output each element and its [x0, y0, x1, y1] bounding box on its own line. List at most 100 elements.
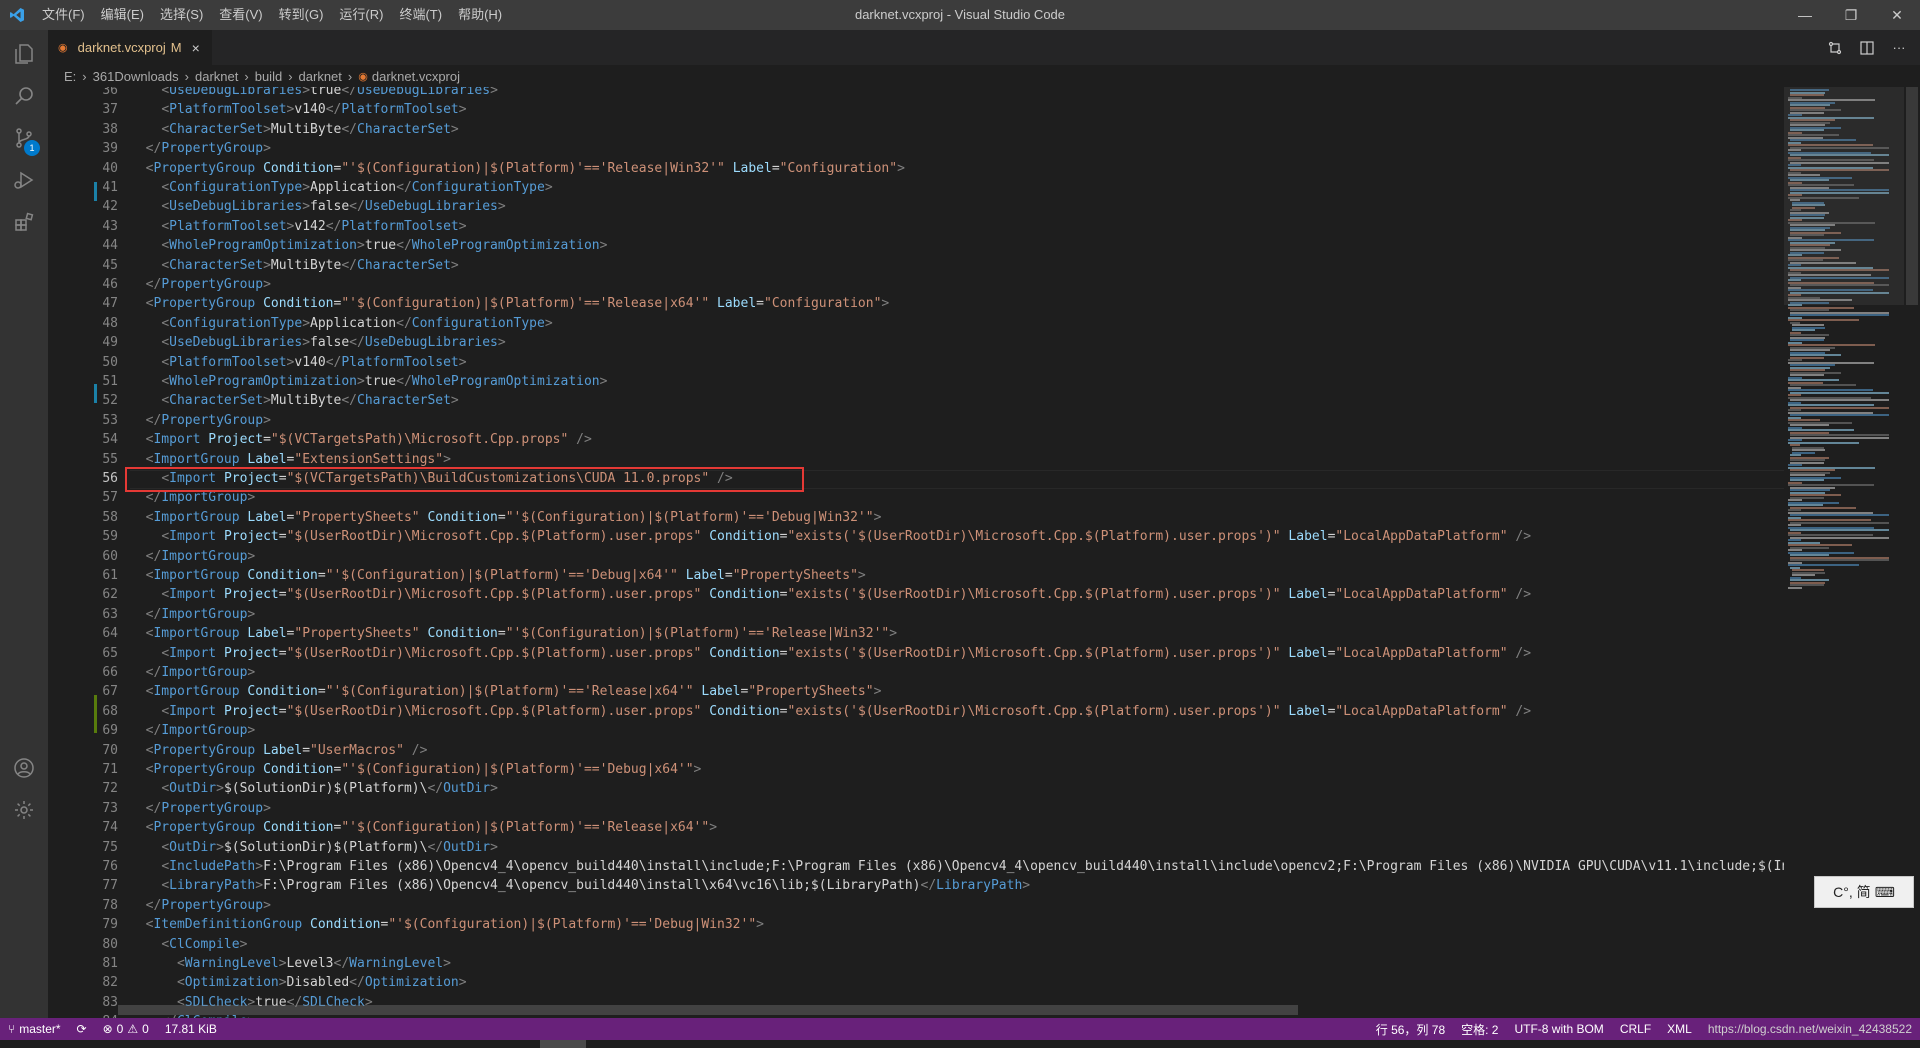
code-line[interactable]: <Optimization>Disabled</Optimization>: [130, 973, 467, 992]
code-line[interactable]: </PropertyGroup>: [130, 896, 271, 915]
code-line[interactable]: <ImportGroup Label="PropertySheets" Cond…: [130, 508, 882, 527]
breadcrumb-item[interactable]: darknet.vcxproj: [372, 69, 460, 84]
minimap-viewport[interactable]: [1784, 87, 1904, 305]
sync-icon[interactable]: ⟳: [69, 1022, 95, 1036]
run-debug-icon[interactable]: [0, 156, 48, 204]
menu-item[interactable]: 选择(S): [152, 0, 211, 30]
tab-close-icon[interactable]: ×: [192, 40, 200, 56]
code-line[interactable]: <Import Project="$(VCTargetsPath)\Micros…: [130, 430, 592, 449]
indentation[interactable]: 空格: 2: [1453, 1021, 1506, 1038]
settings-gear-icon[interactable]: [0, 786, 48, 834]
line-number: 53: [102, 413, 118, 428]
code-line[interactable]: <UseDebugLibraries>false</UseDebugLibrar…: [130, 197, 505, 216]
restore-button[interactable]: ❐: [1828, 0, 1874, 30]
account-icon[interactable]: [0, 744, 48, 792]
code-line[interactable]: <PlatformToolset>v140</PlatformToolset>: [130, 353, 466, 372]
open-changes-icon[interactable]: [1824, 37, 1846, 59]
code-line[interactable]: <OutDir>$(SolutionDir)$(Platform)\</OutD…: [130, 838, 498, 857]
file-size: 17.81 KiB: [164, 1022, 217, 1036]
code-line[interactable]: <UseDebugLibraries>true</UseDebugLibrari…: [130, 87, 498, 100]
code-line[interactable]: </ImportGroup>: [130, 605, 256, 624]
code-line[interactable]: <ImportGroup Label="PropertySheets" Cond…: [130, 624, 897, 643]
activity-bar: 1: [0, 30, 48, 1018]
code-line[interactable]: <Import Project="$(UserRootDir)\Microsof…: [130, 585, 1531, 604]
code-line[interactable]: <Import Project="$(UserRootDir)\Microsof…: [130, 527, 1531, 546]
breadcrumb-item[interactable]: darknet: [299, 69, 342, 84]
code-line[interactable]: <ImportGroup Condition="'$(Configuration…: [130, 566, 866, 585]
code-line[interactable]: <CharacterSet>MultiByte</CharacterSet>: [130, 391, 458, 410]
encoding[interactable]: UTF-8 with BOM: [1506, 1022, 1611, 1036]
menu-item[interactable]: 文件(F): [34, 0, 93, 30]
menu-item[interactable]: 编辑(E): [93, 0, 152, 30]
code-line[interactable]: <ItemDefinitionGroup Condition="'$(Confi…: [130, 915, 764, 934]
code-line[interactable]: <ImportGroup Condition="'$(Configuration…: [130, 682, 882, 701]
code-line[interactable]: </ImportGroup>: [130, 663, 256, 682]
branch-name: master*: [19, 1022, 61, 1036]
code-line[interactable]: <PropertyGroup Condition="'$(Configurati…: [130, 159, 905, 178]
breadcrumb-item[interactable]: E:: [64, 69, 76, 84]
breadcrumb-item[interactable]: darknet: [195, 69, 238, 84]
line-number: 59: [102, 529, 118, 544]
extensions-icon[interactable]: [0, 198, 48, 246]
horizontal-scrollbar[interactable]: [118, 1005, 1298, 1015]
code-line[interactable]: </ImportGroup>: [130, 721, 256, 740]
code-line[interactable]: <PlatformToolset>v142</PlatformToolset>: [130, 217, 466, 236]
code-line[interactable]: <PropertyGroup Condition="'$(Configurati…: [130, 818, 717, 837]
menu-item[interactable]: 帮助(H): [450, 0, 510, 30]
code-line[interactable]: <LibraryPath>F:\Program Files (x86)\Open…: [130, 876, 1030, 895]
cursor-position[interactable]: 行 56，列 78: [1368, 1021, 1453, 1038]
code-line[interactable]: <PropertyGroup Label="UserMacros" />: [130, 741, 428, 760]
code-line[interactable]: <CharacterSet>MultiByte</CharacterSet>: [130, 256, 458, 275]
minimap-line: [1790, 521, 1889, 524]
code-line[interactable]: </PropertyGroup>: [130, 139, 271, 158]
problems-indicator[interactable]: ⊗ 0 ⚠ 0: [95, 1022, 157, 1036]
minimize-button[interactable]: —: [1782, 0, 1828, 30]
line-number: 47: [102, 296, 118, 311]
code-line[interactable]: <Import Project="$(UserRootDir)\Microsof…: [130, 702, 1531, 721]
code-line[interactable]: <WholeProgramOptimization>true</WholePro…: [130, 372, 607, 391]
breadcrumb-item[interactable]: build: [255, 69, 282, 84]
line-number: 64: [102, 626, 118, 641]
line-number: 78: [102, 898, 118, 913]
search-icon[interactable]: [0, 72, 48, 120]
code-line[interactable]: <PropertyGroup Condition="'$(Configurati…: [130, 294, 890, 313]
code-line[interactable]: </PropertyGroup>: [130, 411, 271, 430]
code-line[interactable]: <UseDebugLibraries>false</UseDebugLibrar…: [130, 333, 505, 352]
language-mode[interactable]: XML: [1659, 1022, 1700, 1036]
code-line[interactable]: <PlatformToolset>v140</PlatformToolset>: [130, 100, 466, 119]
breadcrumb-item[interactable]: 361Downloads: [93, 69, 179, 84]
code-area[interactable]: <UseDebugLibraries>true</UseDebugLibrari…: [130, 87, 1784, 1018]
code-line[interactable]: <IncludePath>F:\Program Files (x86)\Open…: [130, 857, 1784, 876]
branch-indicator[interactable]: ⑂ master*: [0, 1022, 69, 1036]
menu-item[interactable]: 运行(R): [331, 0, 391, 30]
source-control-icon[interactable]: 1: [0, 114, 48, 162]
tab-darknet-vcxproj[interactable]: ◉ darknet.vcxproj M ×: [48, 30, 212, 65]
explorer-icon[interactable]: [0, 30, 48, 78]
code-line[interactable]: <OutDir>$(SolutionDir)$(Platform)\</OutD…: [130, 779, 498, 798]
menu-item[interactable]: 终端(T): [391, 0, 450, 30]
split-editor-icon[interactable]: [1856, 37, 1878, 59]
menu-item[interactable]: 转到(G): [271, 0, 332, 30]
code-line[interactable]: </PropertyGroup>: [130, 275, 271, 294]
code-editor[interactable]: 36 37 38 39 40 41 42 43 44 45 46 47 48 49 50 51 52 53 54 55…: [48, 87, 1784, 1018]
end-of-line[interactable]: CRLF: [1612, 1022, 1659, 1036]
minimap-line: [1790, 536, 1889, 539]
code-line[interactable]: <WarningLevel>Level3</WarningLevel>: [130, 954, 451, 973]
keyboard-icon[interactable]: ⌨: [1875, 884, 1895, 901]
code-line[interactable]: <PropertyGroup Condition="'$(Configurati…: [130, 760, 702, 779]
code-line[interactable]: </ImportGroup>: [130, 547, 256, 566]
vertical-scrollbar-thumb[interactable]: [1906, 87, 1918, 305]
ime-toolbar[interactable]: C°, 简 ⌨: [1814, 876, 1914, 908]
code-line[interactable]: <Import Project="$(UserRootDir)\Microsof…: [130, 644, 1531, 663]
code-line[interactable]: <ClCompile>: [130, 935, 247, 954]
tab-bar: ◉ darknet.vcxproj M × ···: [48, 30, 1920, 65]
more-actions-icon[interactable]: ···: [1888, 37, 1910, 59]
code-line[interactable]: </PropertyGroup>: [130, 799, 271, 818]
code-line[interactable]: <ConfigurationType>Application</Configur…: [130, 178, 552, 197]
code-line[interactable]: <WholeProgramOptimization>true</WholePro…: [130, 236, 607, 255]
menu-item[interactable]: 查看(V): [211, 0, 270, 30]
code-line[interactable]: <ConfigurationType>Application</Configur…: [130, 314, 552, 333]
close-window-button[interactable]: ✕: [1874, 0, 1920, 30]
error-count: 0: [116, 1022, 124, 1036]
code-line[interactable]: <CharacterSet>MultiByte</CharacterSet>: [130, 120, 458, 139]
